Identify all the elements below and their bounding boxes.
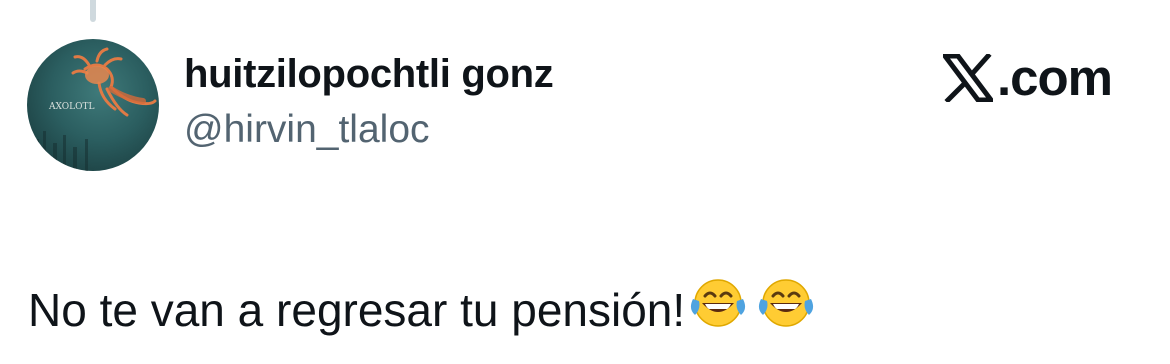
avatar-text: AXOLOTL	[48, 102, 94, 112]
face-with-tears-of-joy-icon	[757, 277, 815, 343]
author-handle[interactable]: @hirvin_tlaloc	[184, 108, 430, 152]
avatar[interactable]: AXOLOTL	[27, 39, 159, 171]
author-display-name[interactable]: huitzilopochtli gonz	[184, 52, 554, 97]
thread-connector-line	[90, 0, 96, 22]
brand-domain-suffix: .com	[996, 49, 1113, 106]
x-com-brand: .com	[942, 49, 1113, 106]
x-logo-icon	[942, 54, 993, 102]
tweet-text: No te van a regresar tu pensión!	[28, 277, 815, 343]
axolotl-avatar-icon: AXOLOTL	[35, 47, 157, 171]
face-with-tears-of-joy-icon	[689, 277, 747, 343]
tweet-text-content: No te van a regresar tu pensión!	[28, 284, 686, 336]
